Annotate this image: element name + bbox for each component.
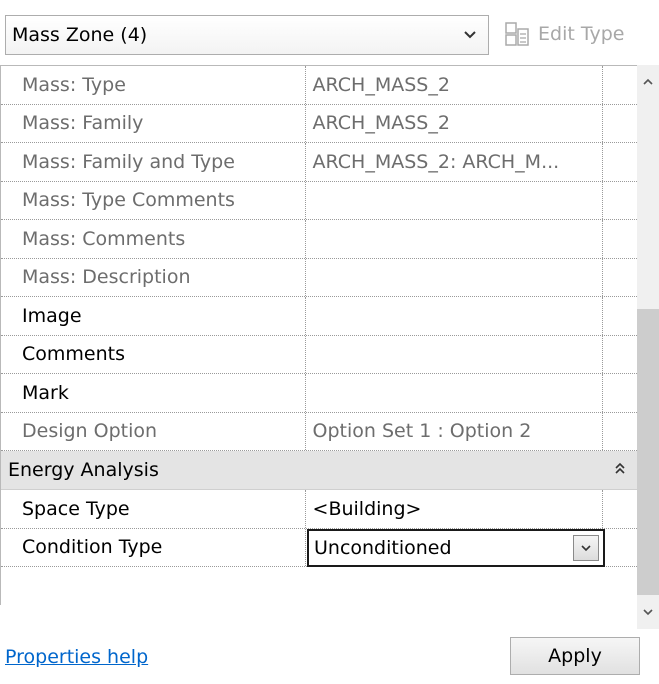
collapse-double-chevron-icon[interactable]: [603, 461, 637, 479]
property-name: Mass: Type: [1, 66, 306, 104]
group-label: Energy Analysis: [8, 459, 159, 481]
scroll-up-icon[interactable]: [637, 71, 659, 93]
property-row-mass-type-comments[interactable]: Mass: Type Comments: [1, 181, 637, 220]
apply-button[interactable]: Apply: [510, 637, 640, 675]
type-selector-dropdown[interactable]: Mass Zone (4): [5, 15, 489, 55]
property-value: ARCH_MASS_2: [306, 104, 604, 142]
property-name: Mass: Description: [1, 258, 306, 296]
property-row-mass-family[interactable]: Mass: Family ARCH_MASS_2: [1, 104, 637, 143]
property-row-mass-type[interactable]: Mass: Type ARCH_MASS_2: [1, 66, 637, 105]
edit-type-label: Edit Type: [538, 23, 625, 45]
dropdown-arrow-icon[interactable]: [573, 534, 599, 561]
property-name: Image: [1, 297, 306, 335]
vertical-scrollbar[interactable]: [637, 65, 659, 629]
property-row-mass-description[interactable]: Mass: Description: [1, 258, 637, 297]
properties-header: Mass Zone (4) Edit Type: [0, 0, 659, 65]
edit-type-button[interactable]: Edit Type: [504, 14, 624, 54]
property-value: [306, 220, 604, 258]
property-value: [306, 181, 604, 219]
property-name: Design Option: [1, 412, 306, 450]
property-value: Option Set 1 : Option 2: [306, 412, 604, 450]
property-name: Mass: Family and Type: [1, 143, 306, 181]
edit-type-icon: [505, 22, 529, 46]
property-row-image[interactable]: Image: [1, 297, 637, 336]
property-row-mark[interactable]: Mark: [1, 374, 637, 413]
property-name: Space Type: [1, 490, 306, 528]
property-value: ARCH_MASS_2: ARCH_M...: [306, 143, 604, 181]
properties-help-link[interactable]: Properties help: [5, 646, 148, 668]
property-value[interactable]: <Building>: [306, 490, 604, 528]
property-row-space-type[interactable]: Space Type <Building>: [1, 490, 637, 529]
chevron-down-icon[interactable]: [452, 30, 488, 40]
group-header-energy-analysis[interactable]: Energy Analysis: [1, 451, 637, 490]
property-value[interactable]: [306, 335, 604, 373]
properties-grid: Mass: Type ARCH_MASS_2 Mass: Family ARCH…: [0, 65, 637, 605]
property-name: Condition Type: [1, 528, 306, 566]
property-row-comments[interactable]: Comments: [1, 335, 637, 374]
condition-type-value: Unconditioned: [314, 536, 452, 559]
property-value[interactable]: [306, 374, 604, 412]
property-name: Mass: Family: [1, 104, 306, 142]
scrollbar-thumb[interactable]: [637, 309, 659, 595]
properties-footer: Properties help Apply: [0, 629, 659, 684]
property-name: Mass: Type Comments: [1, 181, 306, 219]
property-value[interactable]: [306, 297, 604, 335]
property-row-condition-type[interactable]: Condition Type Unconditioned: [1, 528, 637, 567]
property-row-mass-comments[interactable]: Mass: Comments: [1, 220, 637, 259]
scroll-down-icon[interactable]: [637, 601, 659, 623]
property-name: Mass: Comments: [1, 220, 306, 258]
type-selector-label: Mass Zone (4): [12, 24, 148, 46]
condition-type-dropdown[interactable]: Unconditioned: [307, 528, 605, 567]
property-value: [306, 258, 604, 296]
property-name: Comments: [1, 335, 306, 373]
property-row-design-option[interactable]: Design Option Option Set 1 : Option 2: [1, 412, 637, 451]
property-name: Mark: [1, 374, 306, 412]
property-row-mass-family-and-type[interactable]: Mass: Family and Type ARCH_MASS_2: ARCH_…: [1, 143, 637, 182]
property-value: ARCH_MASS_2: [306, 66, 604, 104]
